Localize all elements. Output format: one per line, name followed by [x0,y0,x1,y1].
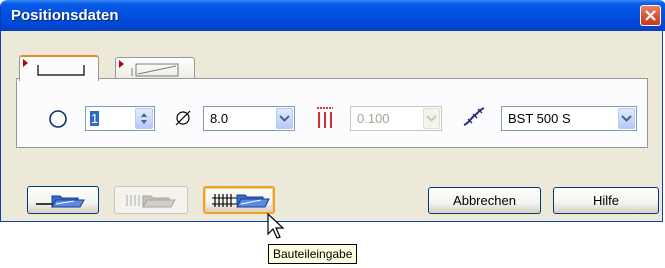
diameter-value: 8.0 [210,111,229,126]
mesh-shape-icon [131,63,179,77]
component-input-button[interactable] [203,186,275,214]
chevron-down-icon [621,115,632,122]
title-bar[interactable]: Positionsdaten [1,0,665,31]
count-value[interactable]: 1 [90,111,100,126]
dialog-window: Positionsdaten 1 8.0 0.100 BST 500 S Abb… [0,0,665,222]
diameter-icon [175,110,191,126]
steel-grade-select[interactable]: BST 500 S [501,106,637,131]
bar-folder-icon [36,195,85,208]
spin-up-down-icon [141,113,147,124]
tab-bar-shape[interactable] [19,55,99,81]
spacing-select: 0.100 [350,106,442,131]
diameter-select[interactable]: 8.0 [203,106,295,131]
cancel-button[interactable]: Abbrechen [428,187,541,214]
count-spinner[interactable]: 1 [85,106,155,131]
steel-dropdown-button[interactable] [618,108,635,129]
active-marker-icon [23,59,28,67]
close-icon [645,10,656,21]
chevron-down-icon [279,115,290,122]
help-button[interactable]: Hilfe [553,187,659,214]
circle-icon [49,110,67,128]
spacing-dropdown-button [423,108,440,129]
component-folder-icon [212,194,270,208]
tab-marker-icon [119,60,124,68]
mesh-folder-icon [126,195,176,208]
spacing-value: 0.100 [357,111,390,126]
mouse-cursor-icon [267,212,285,239]
close-button[interactable] [640,5,661,26]
tooltip: Bauteileingabe [268,244,358,264]
mesh-input-button [114,186,188,214]
bar-shape-icon [37,65,85,76]
bar-input-button[interactable] [27,186,99,214]
chevron-down-icon [426,115,437,122]
spacing-icon [317,107,333,128]
dialog-title: Positionsdaten [11,7,119,24]
diameter-dropdown-button[interactable] [276,108,293,129]
spin-buttons[interactable] [135,108,153,129]
steel-grade-value: BST 500 S [508,111,571,126]
steel-grade-icon [463,107,485,126]
